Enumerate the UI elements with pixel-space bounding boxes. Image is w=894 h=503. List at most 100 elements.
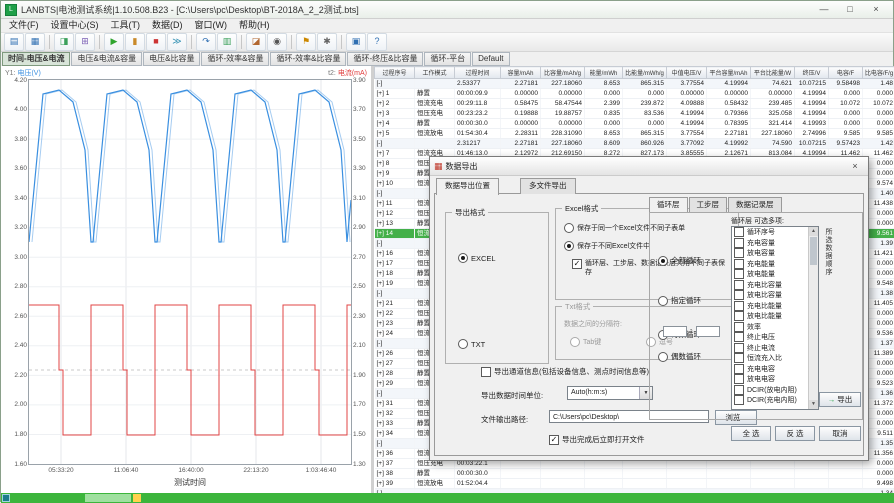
data-query-icon[interactable]: ▥ bbox=[217, 33, 237, 51]
cycle-field-item-5[interactable]: 充电比容量 bbox=[732, 280, 809, 291]
column-header-11[interactable]: 电容/F bbox=[829, 67, 863, 79]
checkbox-open-after-export[interactable]: 导出完成后立即打开文件 bbox=[549, 434, 645, 445]
checkbox-icon[interactable] bbox=[481, 367, 491, 377]
cycle-field-item-10[interactable]: 终止电压 bbox=[732, 332, 809, 343]
radio-scope-1[interactable]: 指定循环 bbox=[658, 295, 701, 306]
cycle-field-item-7[interactable]: 充电比能量 bbox=[732, 301, 809, 312]
export-button[interactable]: →导出 bbox=[819, 392, 861, 407]
table-row[interactable]: [+] 3恒压充电00:23:23.20.1988819.887570.8358… bbox=[375, 109, 894, 119]
cycle-field-item-13[interactable]: 充电电容 bbox=[732, 364, 809, 375]
item-checkbox[interactable] bbox=[734, 227, 744, 237]
jump-step-icon[interactable]: ↷ bbox=[196, 33, 216, 51]
cycle-field-item-8[interactable]: 放电比能量 bbox=[732, 311, 809, 322]
column-header-0[interactable]: 过程序号 bbox=[375, 67, 415, 79]
view-tab-6[interactable]: 循环-平台 bbox=[424, 52, 471, 66]
item-checkbox[interactable] bbox=[734, 322, 744, 332]
window-layout-icon[interactable]: ▣ bbox=[346, 33, 366, 51]
view-tab-4[interactable]: 循环-效率&比容量 bbox=[270, 52, 346, 66]
menu-item-0[interactable]: 文件(F) bbox=[3, 19, 45, 32]
item-checkbox[interactable] bbox=[734, 385, 744, 395]
checkbox-icon[interactable] bbox=[572, 259, 582, 269]
menu-item-3[interactable]: 数据(D) bbox=[146, 19, 189, 32]
column-header-4[interactable]: 比容量/mAh/g bbox=[541, 67, 585, 79]
radio-icon[interactable] bbox=[564, 241, 574, 251]
cancel-button[interactable]: 取消 bbox=[819, 426, 861, 441]
table-row[interactable]: [+] 1静置00:00:09.90.000000.000000.0000.00… bbox=[375, 89, 894, 99]
radio-scope-0[interactable]: 全部循环 bbox=[658, 255, 701, 266]
cycle-to-input[interactable] bbox=[696, 326, 720, 337]
cycle-from-input[interactable] bbox=[663, 326, 687, 337]
help-icon[interactable]: ? bbox=[367, 33, 387, 51]
item-checkbox[interactable] bbox=[734, 364, 744, 374]
column-header-7[interactable]: 中值电压/V bbox=[667, 67, 707, 79]
radio-icon[interactable] bbox=[458, 339, 468, 349]
table-row[interactable]: [+] 5恒流放电01:54:30.42.28311228.310908.653… bbox=[375, 129, 894, 139]
view-tab-2[interactable]: 电压&比容量 bbox=[143, 52, 200, 66]
stop-test-icon[interactable]: ■ bbox=[146, 33, 166, 51]
column-header-2[interactable]: 过程时间 bbox=[455, 67, 501, 79]
view-tab-1[interactable]: 电压&电流&容量 bbox=[71, 52, 142, 66]
cycle-field-item-0[interactable]: 循环序号 bbox=[732, 227, 809, 238]
radio-icon[interactable] bbox=[458, 253, 468, 263]
item-checkbox[interactable] bbox=[734, 374, 744, 384]
cycle-field-item-1[interactable]: 充电容量 bbox=[732, 238, 809, 249]
cycle-field-item-12[interactable]: 恒流充入比 bbox=[732, 353, 809, 364]
open-file-icon[interactable]: ▤ bbox=[4, 33, 24, 51]
tab-export-location[interactable]: 数据导出位置 bbox=[436, 178, 499, 195]
radio-tab-separator[interactable]: Tab键 bbox=[570, 337, 601, 347]
cycle-field-item-11[interactable]: 终止电流 bbox=[732, 343, 809, 354]
table-row[interactable]: [-]2.533772.27181227.180608.653865.3153.… bbox=[375, 79, 894, 89]
column-header-1[interactable]: 工作模式 bbox=[415, 67, 455, 79]
scroll-thumb[interactable] bbox=[810, 237, 817, 265]
menu-item-5[interactable]: 帮助(H) bbox=[233, 19, 276, 32]
cycle-field-list[interactable]: 循环序号充电容量放电容量充电能量放电能量充电比容量放电比容量充电比能量放电比能量… bbox=[731, 226, 819, 410]
export-data-icon[interactable]: ◨ bbox=[54, 33, 74, 51]
item-checkbox[interactable] bbox=[734, 395, 744, 405]
layer-tab-2[interactable]: 数据记录层 bbox=[728, 197, 782, 212]
time-unit-select[interactable]: Auto(h:m:s) ▼ bbox=[567, 386, 653, 400]
maximize-button[interactable]: □ bbox=[837, 3, 863, 17]
checkbox-icon[interactable] bbox=[549, 435, 559, 445]
tab-multifile-export[interactable]: 多文件导出 bbox=[520, 178, 576, 194]
item-checkbox[interactable] bbox=[734, 311, 744, 321]
item-checkbox[interactable] bbox=[734, 332, 744, 342]
view-tab-0[interactable]: 时间-电压&电流 bbox=[2, 52, 70, 66]
item-checkbox[interactable] bbox=[734, 280, 744, 290]
table-row[interactable]: [+] 39恒流放电01:52:04.49.498 bbox=[375, 479, 894, 489]
view-tab-3[interactable]: 循环-效率&容量 bbox=[201, 52, 269, 66]
minimize-button[interactable]: — bbox=[811, 3, 837, 17]
column-header-10[interactable]: 终压/V bbox=[795, 67, 829, 79]
settings-icon[interactable]: ✱ bbox=[317, 33, 337, 51]
dialog-title-bar[interactable]: ▦ 数据导出 × bbox=[430, 157, 868, 176]
cycle-field-item-3[interactable]: 充电能量 bbox=[732, 259, 809, 270]
radio-format-txt[interactable]: TXT bbox=[458, 339, 485, 349]
pause-test-icon[interactable]: ▮ bbox=[125, 33, 145, 51]
column-header-8[interactable]: 平台容量/mAh bbox=[707, 67, 751, 79]
plot-area[interactable] bbox=[29, 80, 351, 464]
item-checkbox[interactable] bbox=[734, 353, 744, 363]
menu-item-1[interactable]: 设置中心(S) bbox=[45, 19, 105, 32]
radio-scope-3[interactable]: 偶数循环 bbox=[658, 351, 701, 362]
dialog-close-icon[interactable]: × bbox=[846, 160, 864, 173]
item-checkbox[interactable] bbox=[734, 301, 744, 311]
zoom-icon[interactable]: ◉ bbox=[267, 33, 287, 51]
table-row[interactable]: [+] 4静置00:00:30.00.000000.000000.0000.00… bbox=[375, 119, 894, 129]
table-row[interactable]: [-]2.312172.27181227.180608.609860.9263.… bbox=[375, 139, 894, 149]
cycle-field-item-2[interactable]: 放电容量 bbox=[732, 248, 809, 259]
column-header-5[interactable]: 能量/mWh bbox=[585, 67, 623, 79]
cycle-field-item-16[interactable]: DCIR(充电内阻) bbox=[732, 395, 809, 406]
list-scrollbar[interactable]: ▲ ▼ bbox=[808, 227, 818, 409]
item-checkbox[interactable] bbox=[734, 269, 744, 279]
layer-tab-1[interactable]: 工步层 bbox=[689, 197, 728, 212]
radio-icon[interactable] bbox=[658, 256, 668, 266]
start-test-icon[interactable]: ▶ bbox=[104, 33, 124, 51]
cycle-field-item-4[interactable]: 放电能量 bbox=[732, 269, 809, 280]
radio-format-excel[interactable]: EXCEL bbox=[458, 253, 496, 263]
checkbox-channel-info[interactable]: 导出通道信息(包括设备信息、测点时间信息等) bbox=[481, 366, 649, 377]
item-checkbox[interactable] bbox=[734, 259, 744, 269]
scroll-up-icon[interactable]: ▲ bbox=[809, 227, 818, 236]
channel-grid-icon[interactable]: ⊞ bbox=[75, 33, 95, 51]
cycle-field-item-15[interactable]: DCIR(放电内阻) bbox=[732, 385, 809, 396]
column-header-3[interactable]: 容量/mAh bbox=[501, 67, 541, 79]
view-tab-5[interactable]: 循环-终压&比容量 bbox=[347, 52, 423, 66]
